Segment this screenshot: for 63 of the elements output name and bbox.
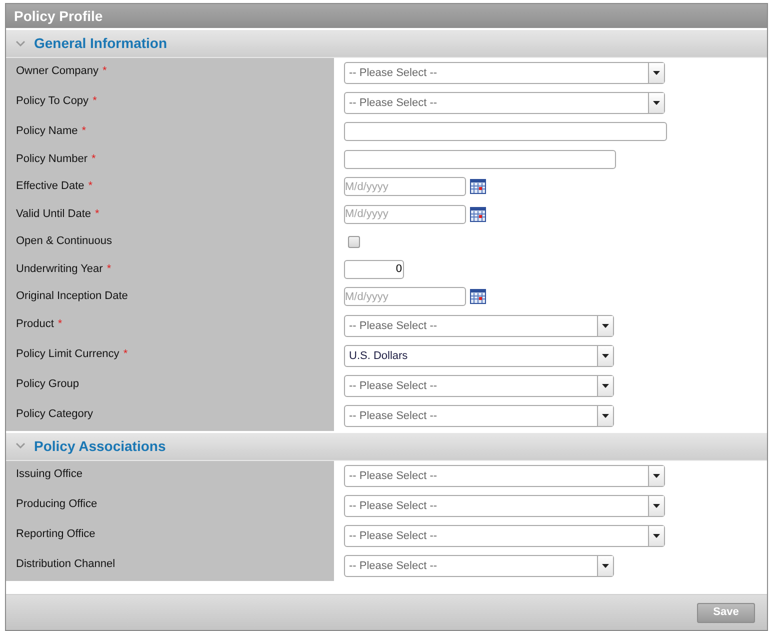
- window-title: Policy Profile: [14, 6, 103, 26]
- field-label: Distribution Channel: [16, 558, 116, 570]
- required-marker: *: [102, 65, 107, 77]
- dropdown-field[interactable]: -- Please Select --: [344, 92, 665, 114]
- required-marker: *: [95, 208, 100, 220]
- field-label: Policy To Copy: [16, 95, 89, 107]
- date-field[interactable]: M/d/yyyy: [344, 177, 466, 196]
- required-marker: *: [92, 95, 97, 107]
- caret-icon: [602, 354, 609, 358]
- dropdown-field[interactable]: -- Please Select --: [344, 464, 665, 486]
- field-label: Producing Office: [16, 498, 98, 510]
- caret-icon: [602, 324, 609, 328]
- field-label: Underwriting Year: [16, 262, 103, 274]
- chevron-icon: [16, 443, 25, 449]
- field-label: Original Inception Date: [16, 290, 128, 302]
- section-title: Policy Associations: [34, 436, 166, 456]
- dropdown-field[interactable]: -- Please Select --: [344, 374, 614, 396]
- caret-icon: [602, 384, 609, 388]
- caret-icon: [653, 504, 660, 508]
- dropdown-field[interactable]: -- Please Select --: [344, 554, 614, 576]
- required-marker: *: [92, 152, 96, 164]
- date-field[interactable]: M/d/yyyy: [344, 204, 466, 224]
- field-label: Valid Until Date: [16, 208, 91, 220]
- caret-icon: [653, 534, 660, 538]
- calendar-icon[interactable]: [470, 289, 486, 304]
- field-label: Owner Company: [16, 65, 99, 77]
- section-header[interactable]: Policy Associations: [6, 432, 767, 460]
- chevron-icon: [16, 40, 25, 46]
- dropdown-field[interactable]: -- Please Select --: [344, 404, 614, 426]
- text-field[interactable]: [344, 122, 667, 142]
- dropdown-field[interactable]: -- Please Select --: [344, 62, 665, 84]
- calendar-icon[interactable]: [470, 179, 486, 194]
- field-label: Policy Name: [16, 125, 78, 137]
- dropdown-field[interactable]: -- Please Select --: [344, 524, 665, 546]
- field-label: Effective Date: [16, 180, 84, 192]
- caret-icon: [653, 474, 660, 478]
- field-label: Product: [16, 318, 54, 330]
- dropdown-field[interactable]: U.S. Dollars: [344, 344, 614, 366]
- field-label: Policy Number: [16, 152, 88, 164]
- calendar-icon[interactable]: [470, 206, 486, 222]
- field-label: Issuing Office: [16, 468, 82, 480]
- number-field[interactable]: 0: [344, 260, 404, 279]
- required-marker: *: [82, 125, 86, 137]
- dropdown-field[interactable]: -- Please Select --: [344, 494, 665, 516]
- caret-icon: [602, 414, 609, 418]
- section-header[interactable]: General Information: [6, 30, 767, 58]
- required-marker: *: [106, 262, 112, 274]
- dropdown-field[interactable]: -- Please Select --: [344, 314, 614, 336]
- field-label: Open & Continuous: [16, 235, 112, 247]
- caret-icon: [653, 71, 660, 75]
- section-title: General Information: [34, 34, 168, 53]
- caret-icon: [602, 564, 609, 568]
- field-label: Policy Group: [16, 378, 79, 390]
- required-marker: *: [123, 348, 128, 360]
- required-marker: *: [58, 318, 62, 330]
- caret-icon: [653, 101, 660, 105]
- text-field[interactable]: [344, 150, 616, 169]
- required-marker: *: [88, 180, 93, 192]
- checkbox[interactable]: [348, 236, 360, 248]
- date-field[interactable]: M/d/yyyy: [344, 287, 466, 306]
- field-label: Reporting Office: [16, 528, 96, 540]
- field-label: Policy Limit Currency: [16, 348, 120, 360]
- field-label: Policy Category: [16, 408, 94, 420]
